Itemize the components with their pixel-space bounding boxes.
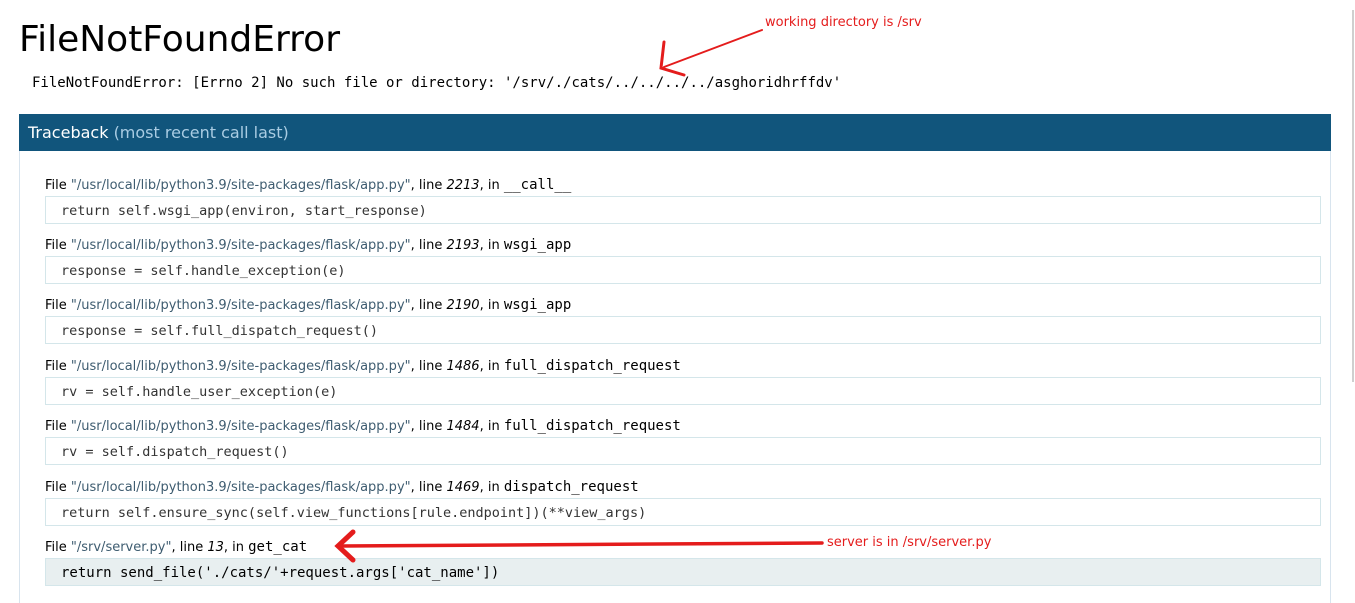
traceback-frame[interactable]: File "/usr/local/lib/python3.9/site-pack… (45, 478, 1321, 526)
file-label: File (45, 178, 71, 193)
frame-lineno: 2193 (446, 238, 480, 253)
frame-function: wsgi_app (503, 237, 572, 253)
frame-location: File "/usr/local/lib/python3.9/site-pack… (45, 478, 1321, 496)
frame-location: File "/usr/local/lib/python3.9/site-pack… (45, 296, 1321, 314)
frame-function: dispatch_request (503, 479, 639, 495)
frame-location: File "/usr/local/lib/python3.9/site-pack… (45, 417, 1321, 435)
frame-function: get_cat (248, 539, 308, 555)
line-label: , line (410, 359, 447, 374)
in-label: , in (479, 178, 504, 193)
file-label: File (45, 480, 71, 495)
frame-filename: "/srv/server.py" (70, 540, 172, 555)
frame-filename: "/usr/local/lib/python3.9/site-packages/… (70, 178, 411, 193)
frame-lineno: 13 (207, 540, 224, 555)
line-label: , line (171, 540, 208, 555)
in-label: , in (479, 480, 504, 495)
line-label: , line (410, 419, 447, 434)
frame-code[interactable]: rv = self.dispatch_request() (45, 437, 1321, 465)
frame-code[interactable]: return self.ensure_sync(self.view_functi… (45, 498, 1321, 526)
traceback-frame-current[interactable]: File "/srv/server.py", line 13, in get_c… (45, 538, 1321, 586)
traceback-frame[interactable]: File "/usr/local/lib/python3.9/site-pack… (45, 236, 1321, 284)
in-label: , in (479, 359, 504, 374)
frame-filename: "/usr/local/lib/python3.9/site-packages/… (70, 480, 411, 495)
file-label: File (45, 419, 71, 434)
frame-code[interactable]: rv = self.handle_user_exception(e) (45, 377, 1321, 405)
file-label: File (45, 238, 71, 253)
file-label: File (45, 359, 71, 374)
arrow-icon-working-directory (659, 29, 763, 77)
frame-filename: "/usr/local/lib/python3.9/site-packages/… (70, 238, 411, 253)
traceback-body: File "/usr/local/lib/python3.9/site-pack… (19, 151, 1331, 603)
frame-lineno: 1484 (446, 419, 480, 434)
frame-code[interactable]: return send_file('./cats/'+request.args[… (45, 558, 1321, 586)
frame-lineno: 2190 (446, 298, 480, 313)
traceback-frame[interactable]: File "/usr/local/lib/python3.9/site-pack… (45, 417, 1321, 465)
page: FileNotFoundError FileNotFoundError: [Er… (0, 0, 1355, 603)
line-label: , line (410, 480, 447, 495)
frame-code[interactable]: response = self.handle_exception(e) (45, 256, 1321, 284)
in-label: , in (479, 419, 504, 434)
traceback-header: Traceback (most recent call last) (19, 114, 1331, 151)
page-title: FileNotFoundError (19, 19, 340, 60)
frame-location: File "/srv/server.py", line 13, in get_c… (45, 538, 1321, 556)
frame-function: __call__ (503, 177, 572, 193)
annotation-server-location: server is in /srv/server.py (827, 535, 992, 550)
in-label: , in (479, 238, 504, 253)
file-label: File (45, 298, 71, 313)
line-label: , line (410, 298, 447, 313)
traceback-frame[interactable]: File "/usr/local/lib/python3.9/site-pack… (45, 296, 1321, 344)
frame-lineno: 1486 (446, 359, 480, 374)
frame-filename: "/usr/local/lib/python3.9/site-packages/… (70, 359, 411, 374)
traceback-header-title: Traceback (28, 123, 109, 142)
traceback-panel: Traceback (most recent call last) File "… (19, 114, 1331, 603)
frame-lineno: 2213 (446, 178, 480, 193)
frame-location: File "/usr/local/lib/python3.9/site-pack… (45, 176, 1321, 194)
frame-function: full_dispatch_request (503, 358, 681, 374)
frame-code[interactable]: return self.wsgi_app(environ, start_resp… (45, 196, 1321, 224)
line-label: , line (410, 238, 447, 253)
frame-function: full_dispatch_request (503, 418, 681, 434)
frame-filename: "/usr/local/lib/python3.9/site-packages/… (70, 419, 411, 434)
error-message: FileNotFoundError: [Errno 2] No such fil… (32, 75, 842, 91)
frame-code[interactable]: response = self.full_dispatch_request() (45, 316, 1321, 344)
frame-filename: "/usr/local/lib/python3.9/site-packages/… (70, 298, 411, 313)
traceback-header-subtitle: (most recent call last) (113, 123, 289, 142)
frame-location: File "/usr/local/lib/python3.9/site-pack… (45, 236, 1321, 254)
annotation-working-directory: working directory is /srv (765, 15, 922, 30)
file-label: File (45, 540, 71, 555)
traceback-frame[interactable]: File "/usr/local/lib/python3.9/site-pack… (45, 357, 1321, 405)
frame-lineno: 1469 (446, 480, 480, 495)
frame-function: wsgi_app (503, 297, 572, 313)
traceback-frame[interactable]: File "/usr/local/lib/python3.9/site-pack… (45, 176, 1321, 224)
scrollbar-thumb[interactable] (1352, 10, 1354, 382)
in-label: , in (479, 298, 504, 313)
in-label: , in (223, 540, 249, 555)
line-label: , line (410, 178, 447, 193)
frame-location: File "/usr/local/lib/python3.9/site-pack… (45, 357, 1321, 375)
